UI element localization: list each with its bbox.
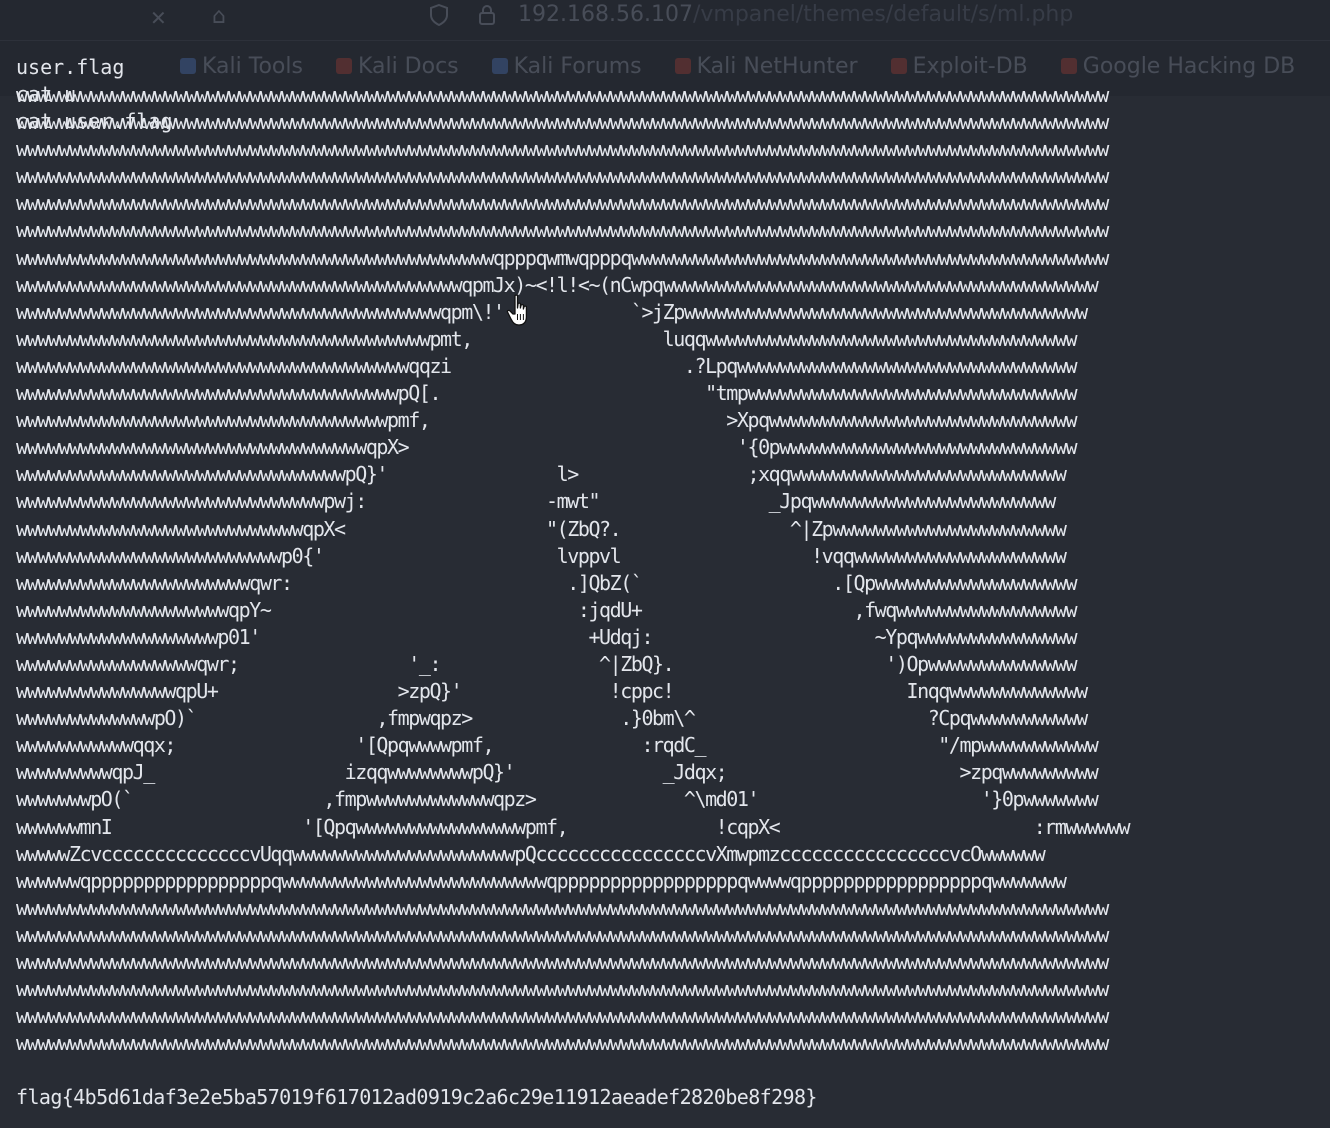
ghdb-icon xyxy=(1060,58,1077,74)
ascii-art-line: wwwwwwwwwwwwwwwwwwwwwwwwwwwwwwwpQ}' l> ;… xyxy=(16,462,1067,487)
ascii-art-line: wwwwwwwwwwwwwwwwwwwwwwwwwwwwwwwwwwwwwwww… xyxy=(16,950,1109,974)
kali-forums-icon xyxy=(491,58,508,74)
ascii-art-line: wwwwwwwwwwwwwwwwwwwwwwwwwwwwwwwwwwwwwwww… xyxy=(16,245,1109,270)
ascii-art-line: wwwwwwqpppppppppppppppppqwwwwwwwwwwwwwww… xyxy=(16,868,1067,893)
ascii-art-line: wwwwwwwpO(` ,fmpwwwwwwwwwwwwqpz> ^\md01'… xyxy=(16,787,1099,812)
ascii-art-line: wwwwwwwwwwwwwwwwwwwwwwwwwwwwwwwwwwwwwwww… xyxy=(16,895,1109,920)
lock-icon xyxy=(478,4,496,31)
nethunter-icon xyxy=(674,58,691,74)
ascii-art-line: wwwwwwwwwwwwwwwwwwwwqpY~ :jqdU+ ,fwqwwww… xyxy=(16,597,1078,622)
ascii-art-line: wwwwwwwwwwwwwwwwwwwwwwwwwwwwwwwwwwwwwwww… xyxy=(16,191,1109,216)
bookmark-google-hacking-db[interactable]: Google Hacking DB xyxy=(1060,54,1295,79)
ascii-art-line: wwwwwwwwwwwwwwwwwwwwwwwwwwwwwwwwwwwwwwww… xyxy=(16,1031,1109,1056)
url-host: 192.168.56.107 xyxy=(518,2,693,27)
ascii-art-line: wwwwwwwwwwwwwwwwwwwwwwwwwwwwwwwwwwwwpQ[.… xyxy=(16,381,1078,406)
ascii-art-line: wwwwwwwwwwwwwpO)` ,fmpwqpz> .}0bm\^ ?Cpq… xyxy=(16,706,1088,731)
bookmark-kali-nethunter[interactable]: Kali NetHunter xyxy=(674,54,858,79)
ascii-art-line: wwwwwwwwwwwwwwwwwwwwwwwwwwwwwwwwwwwwwwww… xyxy=(16,110,1109,135)
ascii-art-line: wwwwwwwwwwwwwwwwwwwwwwwwwp0{' lvppvl !vq… xyxy=(16,543,1067,568)
ascii-art-line: wwwwwwwwwwwwwwwwwwwwwwwwwwwwwwwwwwwwwwww… xyxy=(16,299,1088,324)
url-path: /vmpanel/themes/default/s/ml.php xyxy=(692,2,1074,27)
bookmark-kali-docs[interactable]: Kali Docs xyxy=(335,54,459,79)
ascii-art-line: wwwwwwwwwwwwwwwwwwwwwwwwwwwwwwwwwwwwwwww… xyxy=(16,137,1109,162)
ascii-art-line: wwwwwwwwwwwwwwwwwwwwwwwwwwwwwwwwwwwwwwww… xyxy=(16,83,1109,107)
ascii-art-line: wwwwwwwwwwwwwwwwwwwwwwqwr: .]QbZ(` .[Qpw… xyxy=(16,570,1078,595)
command-line: user.flag xyxy=(16,55,125,80)
ascii-art-line: wwwwwwwwwwwwwwwwwwwwwwwwwwwwwwwwwqpX> '{… xyxy=(16,435,1078,460)
ascii-art-line: wwwwwwmnI '[Qpqwwwwwwwwwwwwwwwwpmf, !cqp… xyxy=(16,814,1131,839)
ascii-art-line: wwwwwwwwwwwwwwwwwqwr; '_: ^|ZbQ}. ')Opww… xyxy=(16,651,1078,676)
shield-icon[interactable] xyxy=(430,3,448,31)
bookmark-kali-tools[interactable]: Kali Tools xyxy=(180,54,303,79)
ascii-art-line: wwwwwwwwwwwwwwwwwwwwwwwwwwwwwwwwwwwwwwww… xyxy=(16,977,1109,1002)
ascii-art-line: wwwwwwwwwwwqqx; '[Qpqwwwwpmf, :rqdC_ "/m… xyxy=(16,733,1099,758)
browser-toolbar: ✕ ⌂ 192.168.56.107/vmpanel/themes/defaul… xyxy=(0,0,1330,41)
ascii-art-line: wwwwwwwwwwwwwwwwwwwp01' +Udqj: ~Ypqwwwww… xyxy=(16,624,1078,649)
ascii-art-line: wwwwwwwwwwwwwwwwwwwwwwwwwwwwwwwwwwwwwwww… xyxy=(16,218,1109,243)
ascii-art-line: wwwwwwwwwwwwwwwwwwwwwwwwwwwwwwwwwwwwwwww… xyxy=(16,272,1099,297)
ascii-art-line: wwwwwwwwwwwwwwwwwwwwwwwwwwwqpX< "(ZbQ?. … xyxy=(16,516,1067,541)
home-icon[interactable]: ⌂ xyxy=(212,4,226,29)
bookmarks-bar: Kali Tools Kali Docs Kali Forums Kali Ne… xyxy=(180,54,1321,79)
ascii-art-line: wwwwwwwwwqpJ_ izqqwwwwwwwwpQ}' _Jdqx; >z… xyxy=(16,760,1099,785)
ascii-art: wwwwwwwwwwwwwwwwwwwwwwwwwwwwwwwwwwwwwwww… xyxy=(16,82,1131,1057)
screen: ✕ ⌂ 192.168.56.107/vmpanel/themes/defaul… xyxy=(0,0,1330,1128)
bookmark-exploit-db[interactable]: Exploit-DB xyxy=(890,54,1028,79)
ascii-art-line: wwwwwwwwwwwwwwwwwwwwwwwwwwwwwpwj: -mwt" … xyxy=(16,489,1056,514)
ascii-art-line: wwwwwZcvccccccccccccccvUqqwwwwwwwwwwwwww… xyxy=(16,841,1046,866)
exploitdb-icon xyxy=(890,58,907,74)
ascii-art-line: wwwwwwwwwwwwwwwwwwwwwwwwwwwwwwwwwwwwwwww… xyxy=(16,922,1109,947)
flag-output[interactable]: flag{4b5d61daf3e2e5ba57019f617012ad0919c… xyxy=(16,1085,817,1109)
ascii-art-line: wwwwwwwwwwwwwwwwwwwwwwwwwwwwwwwwwwwpmf, … xyxy=(16,408,1078,433)
bookmark-kali-forums[interactable]: Kali Forums xyxy=(491,54,642,79)
hand-cursor-icon xyxy=(506,294,528,326)
ascii-art-line: wwwwwwwwwwwwwwwwwwwwwwwwwwwwwwwwwwwwwqqz… xyxy=(16,353,1078,378)
ascii-art-line: wwwwwwwwwwwwwwwwwwwwwwwwwwwwwwwwwwwwwwww… xyxy=(16,1004,1109,1029)
kali-docs-icon xyxy=(335,58,352,74)
ascii-art-line: wwwwwwwwwwwwwwwwwwwwwwwwwwwwwwwwwwwwwwww… xyxy=(16,164,1109,189)
ascii-art-line: wwwwwwwwwwwwwwwqpU+ >zpQ}' !cppc! Inqqww… xyxy=(16,679,1088,704)
ascii-art-line: wwwwwwwwwwwwwwwwwwwwwwwwwwwwwwwwwwwwwwwp… xyxy=(16,326,1078,351)
kali-icon xyxy=(180,58,196,74)
address-bar[interactable]: 192.168.56.107/vmpanel/themes/default/s/… xyxy=(518,2,1073,27)
